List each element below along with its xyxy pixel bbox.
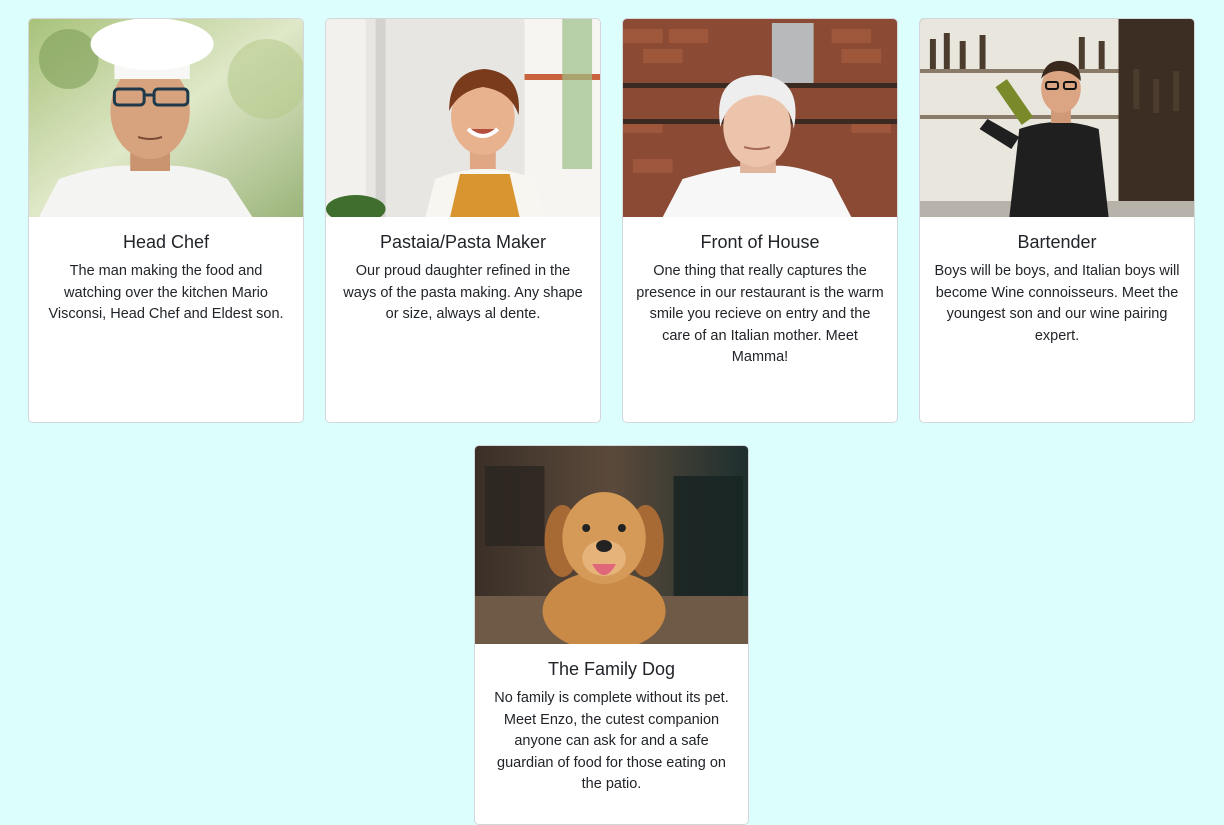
card-description: Our proud daughter refined in the ways o…: [343, 263, 583, 323]
dog-photo: [475, 446, 748, 644]
card-title: Bartender: [1017, 232, 1097, 252]
team-card-bartender: Bartender Boys will be boys, and Italian…: [919, 18, 1195, 423]
chef-photo: [29, 19, 303, 217]
card-title: Front of House: [700, 232, 820, 252]
card-title: Pastaia/Pasta Maker: [379, 232, 547, 252]
team-card-family-dog: The Family Dog No family is complete wit…: [474, 445, 749, 825]
bartender-photo: [920, 19, 1194, 217]
card-title: Head Chef: [122, 232, 210, 252]
team-card-front-of-house: Front of House One thing that really cap…: [622, 18, 898, 423]
card-title: The Family Dog: [547, 659, 676, 679]
mamma-photo: [623, 19, 897, 217]
card-description: No family is complete without its pet. M…: [494, 690, 729, 793]
team-card-head-chef: Head Chef The man making the food and wa…: [28, 18, 304, 423]
card-description: Boys will be boys, and Italian boys will…: [934, 263, 1180, 344]
team-card-pasta-maker: Pastaia/Pasta Maker Our proud daughter r…: [325, 18, 601, 423]
pasta-maker-photo: [326, 19, 600, 217]
card-description: One thing that really captures the prese…: [636, 263, 884, 366]
card-description: The man making the food and watching ove…: [48, 263, 284, 323]
